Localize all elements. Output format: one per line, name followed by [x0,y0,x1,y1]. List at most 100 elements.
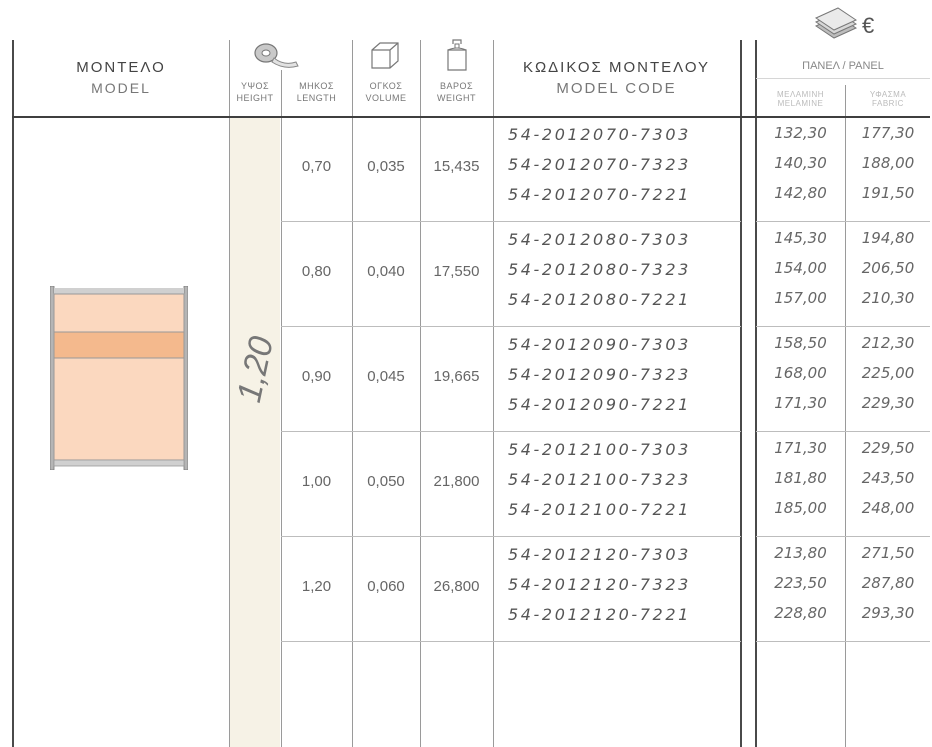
model-header-en: MODEL [91,80,151,96]
fabric-price: 229,30 [861,394,915,412]
header-rule [12,116,930,118]
fabric-price: 206,50 [861,259,915,277]
volume-value: 0,035 [367,158,405,175]
fabric-price: 210,30 [861,289,915,307]
volume-header-en: VOLUME [365,93,407,103]
model-drawing [49,285,189,475]
melamine-price: 228,80 [774,604,827,622]
weight-icon [443,36,473,79]
volume-value: 0,060 [367,578,405,595]
length-value: 1,00 [301,473,332,490]
melamine-price: 154,00 [774,259,827,277]
model-code: 54-2012070-7303 [508,125,691,144]
melamine-header-en: MELAMINE [777,99,824,108]
melamine-price: 171,30 [774,394,827,412]
melamine-price: 132,30 [774,124,827,142]
model-code: 54-2012090-7323 [508,365,691,384]
weight-header-en: WEIGHT [437,93,476,103]
length-header-en: LENGTH [296,93,337,103]
height-header-gr: ΥΨΟΣ [240,81,270,91]
fabric-price: 225,00 [861,364,915,382]
melamine-price: 171,30 [774,439,827,457]
length-value: 1,20 [301,578,332,595]
length-header-gr: ΜΗΚΟΣ [299,81,334,91]
group-separator [756,221,930,222]
height-header-en: HEIGHT [236,93,274,103]
melamine-price: 145,30 [774,229,827,247]
group-separator [756,326,930,327]
melamine-price: 168,00 [774,364,827,382]
panel-rule [756,78,930,79]
model-code: 54-2012100-7221 [508,500,691,519]
fabric-price: 293,30 [861,604,915,622]
fabric-price: 177,30 [861,124,915,142]
model-code: 54-2012100-7303 [508,440,691,459]
model-code: 54-2012080-7221 [508,290,691,309]
cube-icon [368,40,402,77]
length-value: 0,70 [301,158,332,175]
model-code: 54-2012070-7323 [508,155,691,174]
melamine-price: 223,50 [774,574,827,592]
model-code: 54-2012080-7323 [508,260,691,279]
model-code: 54-2012090-7221 [508,395,691,414]
model-code: 54-2012120-7221 [508,605,691,624]
melamine-price: 158,50 [774,334,827,352]
melamine-price: 181,80 [774,469,827,487]
fabric-price: 188,00 [861,154,915,172]
group-separator [281,221,741,222]
weight-value: 26,800 [433,578,480,595]
length-value: 0,80 [301,263,332,280]
group-separator [756,641,930,642]
model-code: 54-2012120-7323 [508,575,691,594]
weight-header: ΒΑΡΟΣ WEIGHT [420,80,493,104]
group-separator [756,536,930,537]
group-separator [281,641,741,642]
measuring-tape-icon [244,40,304,75]
fabric-price: 229,50 [861,439,915,457]
melamine-price: 157,00 [774,289,827,307]
volume-value: 0,050 [367,473,405,490]
weight-value: 19,665 [433,368,480,385]
group-separator [281,536,741,537]
melamine-header-gr: ΜΕΛΑΜΙΝΗ [776,90,825,99]
melamine-price: 140,30 [774,154,827,172]
length-value: 0,90 [301,368,332,385]
volume-header-gr: ΟΓΚΟΣ [369,81,403,91]
fabric-price: 287,80 [861,574,915,592]
group-separator [281,326,741,327]
weight-value: 21,800 [433,473,480,490]
melamine-price: 185,00 [774,499,827,517]
money-icon [812,6,858,45]
left-border [12,40,14,747]
model-code: 54-2012100-7323 [508,470,691,489]
volume-value: 0,040 [367,263,405,280]
height-column [230,118,280,747]
code-header-en: MODEL CODE [556,80,677,97]
fabric-price: 271,50 [861,544,915,562]
fabric-price: 191,50 [861,184,915,202]
group-separator [756,431,930,432]
model-code: 54-2012070-7221 [508,185,691,204]
fabric-header-en: FABRIC [872,99,904,108]
currency-symbol: € [862,13,875,38]
weight-value: 15,435 [433,158,480,175]
weight-value: 17,550 [433,263,480,280]
height-header: ΥΨΟΣ HEIGHT [229,80,281,104]
volume-header: ΟΓΚΟΣ VOLUME [352,80,420,104]
fabric-price: 243,50 [861,469,915,487]
length-header: ΜΗΚΟΣ LENGTH [281,80,352,104]
fabric-header: ΥΦΑΣΜΑ FABRIC [846,90,930,108]
model-header-gr: ΜΟΝΤΕΛΟ [76,59,166,76]
melamine-price: 142,80 [774,184,827,202]
fabric-header-gr: ΥΦΑΣΜΑ [869,90,907,99]
model-code: 54-2012080-7303 [508,230,691,249]
melamine-header: ΜΕΛΑΜΙΝΗ MELAMINE [756,90,845,108]
weight-header-gr: ΒΑΡΟΣ [439,81,474,91]
fabric-price: 212,30 [861,334,915,352]
fabric-price: 194,80 [861,229,915,247]
fabric-price: 248,00 [861,499,915,517]
code-header-gr: ΚΩΔΙΚΟΣ ΜΟΝΤΕΛΟΥ [522,59,711,76]
model-code: 54-2012090-7303 [508,335,691,354]
panel-header: ΠΑΝΕΛ / PANEL [802,60,884,72]
melamine-price: 213,80 [774,544,827,562]
